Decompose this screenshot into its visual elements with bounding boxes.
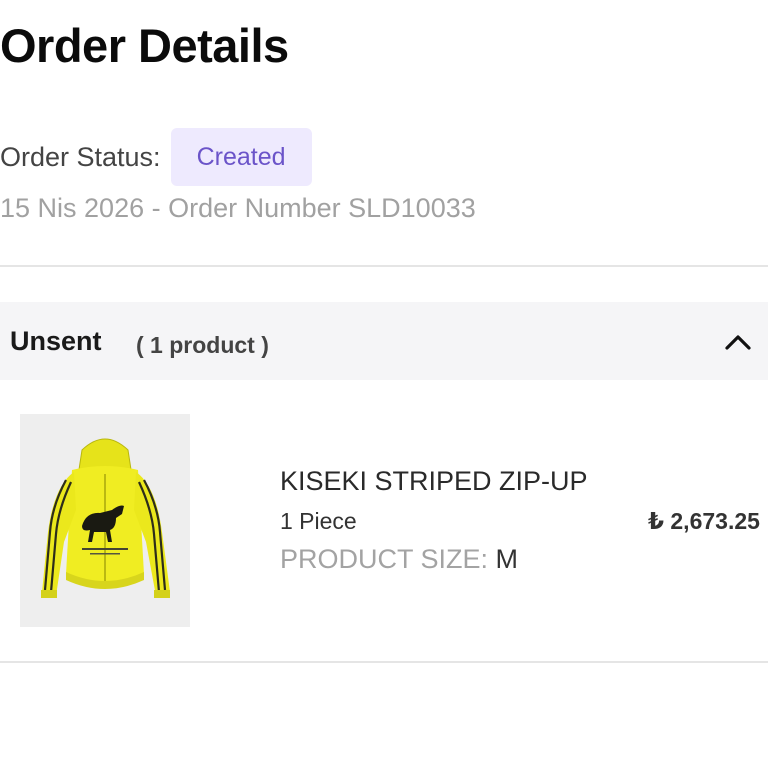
product-price: ₺ 2,673.25 xyxy=(648,508,760,534)
divider xyxy=(0,265,768,267)
product-quantity: 1 Piece xyxy=(280,508,357,534)
order-details-page: Order Details Order Status: Created 15 N… xyxy=(0,0,768,768)
order-status-label: Order Status: xyxy=(0,141,161,172)
product-size-value: M xyxy=(495,544,519,574)
product-size: PRODUCT SIZE: M xyxy=(280,544,518,575)
chevron-up-icon[interactable] xyxy=(718,324,758,360)
status-badge: Created xyxy=(170,128,312,186)
page-title: Order Details xyxy=(0,19,289,72)
unsent-group-header[interactable]: Unsent ( 1 product ) xyxy=(0,302,768,380)
product-image[interactable] xyxy=(20,414,190,627)
divider xyxy=(0,661,768,663)
order-status-row: Order Status: Created xyxy=(0,128,312,186)
group-product-count: ( 1 product ) xyxy=(136,332,269,358)
group-title: Unsent xyxy=(10,326,102,356)
product-name[interactable]: KISEKI STRIPED ZIP-UP xyxy=(280,466,588,497)
product-size-label: PRODUCT SIZE: xyxy=(280,544,489,574)
order-date-and-number: 15 Nis 2026 - Order Number SLD10033 xyxy=(0,193,476,223)
